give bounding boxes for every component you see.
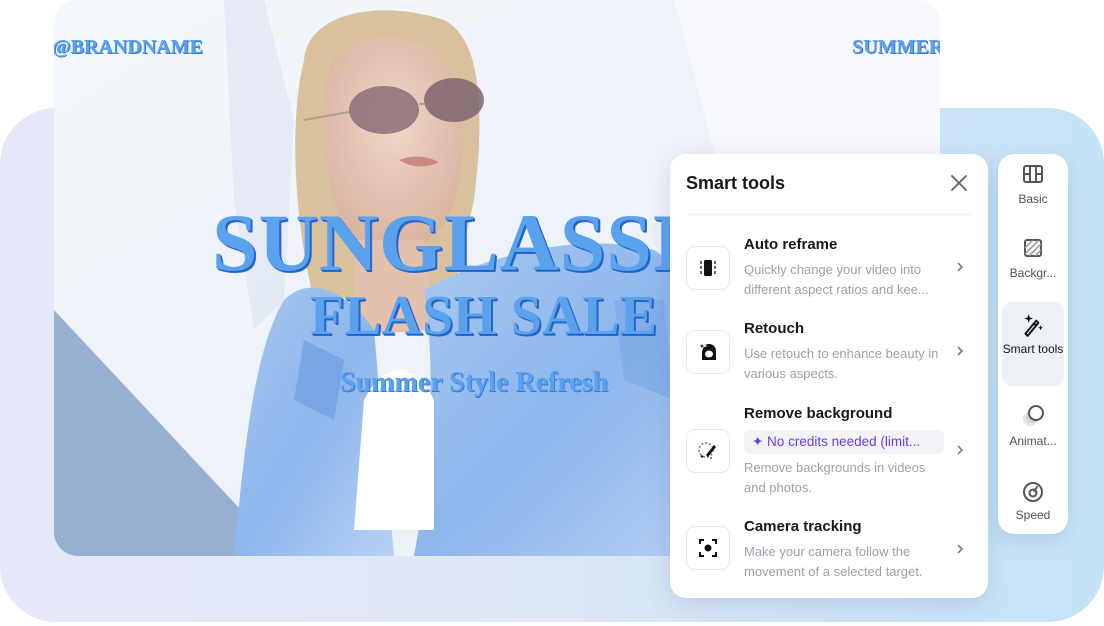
speed-icon	[1023, 482, 1043, 502]
chevron-right-icon	[957, 262, 964, 272]
film-icon	[1023, 165, 1043, 183]
panel-title: Smart tools	[686, 173, 786, 193]
tool-remove-background[interactable]: Remove background ✦ No credits needed (l…	[686, 405, 976, 499]
overlay-brand-text: @BRANDNAME	[54, 36, 203, 58]
side-rail: Basic Backgr... Smart tools Animat... Sp…	[998, 154, 1068, 534]
tool-camera-tracking[interactable]: Camera tracking Make your camera follow …	[686, 518, 976, 584]
auto-reframe-icon	[686, 246, 730, 290]
rail-item-smart-tools[interactable]: Smart tools	[1002, 302, 1064, 386]
rail-item-animation[interactable]: Animat...	[1002, 404, 1064, 464]
tool-description: Remove backgrounds in videos and photos.	[744, 460, 926, 495]
tool-name: Remove background	[744, 405, 893, 422]
tool-name: Camera tracking	[744, 518, 862, 535]
tool-description: Make your camera follow the movement of …	[744, 544, 923, 579]
rail-label: Animat...	[1009, 434, 1057, 448]
chevron-right-icon	[957, 544, 964, 554]
chevron-right-icon	[957, 346, 964, 356]
rail-label: Basic	[1018, 192, 1048, 206]
rail-label: Smart tools	[1002, 342, 1064, 356]
remove-background-icon	[686, 429, 730, 473]
tool-auto-reframe[interactable]: Auto reframe Quickly change your video i…	[686, 236, 976, 302]
rail-item-basic[interactable]: Basic	[1002, 162, 1064, 222]
retouch-icon	[686, 330, 730, 374]
close-button[interactable]	[946, 170, 972, 196]
panel-header: Smart tools	[686, 154, 972, 215]
overlay-tagline-text: Summer Style Refresh	[340, 367, 609, 398]
magic-wand-icon	[1024, 314, 1044, 337]
close-icon	[951, 175, 967, 191]
overlay-corner-text: SUMMER	[852, 36, 940, 58]
rail-label: Backgr...	[1009, 266, 1057, 280]
background-icon	[1024, 239, 1042, 257]
smart-tools-panel: Smart tools Auto reframe Quickly change …	[670, 154, 988, 598]
rail-item-background[interactable]: Backgr...	[1002, 236, 1064, 296]
rail-label: Speed	[1015, 508, 1051, 522]
tool-retouch[interactable]: Retouch Use retouch to enhance beauty in…	[686, 320, 976, 386]
tool-name: Retouch	[744, 320, 804, 337]
rail-item-speed[interactable]: Speed	[1002, 480, 1064, 530]
tool-description: Use retouch to enhance beauty in various…	[744, 346, 939, 381]
tool-name: Auto reframe	[744, 236, 838, 253]
tool-description: Quickly change your video into different…	[744, 262, 929, 297]
camera-tracking-icon	[686, 526, 730, 570]
chevron-right-icon	[957, 445, 964, 455]
no-credits-badge: ✦ No credits needed (limit...	[744, 430, 944, 454]
animation-icon	[1023, 405, 1044, 426]
overlay-subtitle-text: FLASH SALE	[310, 285, 657, 347]
